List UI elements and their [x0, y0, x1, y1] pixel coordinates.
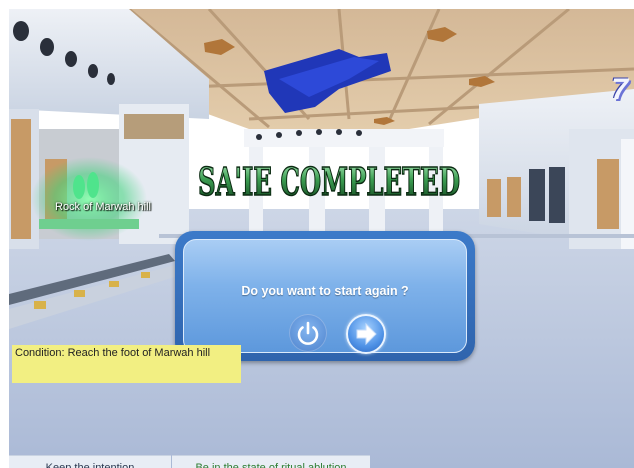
game-viewport: 7 Rock of Marwah hill SA'IE COMPLETED Do…: [9, 9, 634, 468]
restart-dialog: Do you want to start again ?: [175, 231, 475, 361]
restart-button[interactable]: [346, 314, 386, 354]
task-tab-ablution[interactable]: Be in the state of ritual ablution: [172, 455, 370, 468]
score-counter: 7: [611, 73, 628, 106]
arrow-right-icon: [356, 322, 377, 346]
power-icon: [297, 321, 319, 345]
task-tab-intention[interactable]: Keep the intention: [9, 455, 171, 468]
location-label: Rock of Marwah hill: [55, 201, 151, 213]
dialog-question: Do you want to start again ?: [241, 284, 409, 298]
dialog-panel: Do you want to start again ?: [183, 239, 467, 354]
banner-title: SA'IE COMPLETED: [198, 159, 460, 204]
condition-panel: Condition: Reach the foot of Marwah hill: [12, 345, 241, 383]
quit-button[interactable]: [289, 314, 327, 352]
completion-banner: SA'IE COMPLETED: [197, 158, 461, 205]
